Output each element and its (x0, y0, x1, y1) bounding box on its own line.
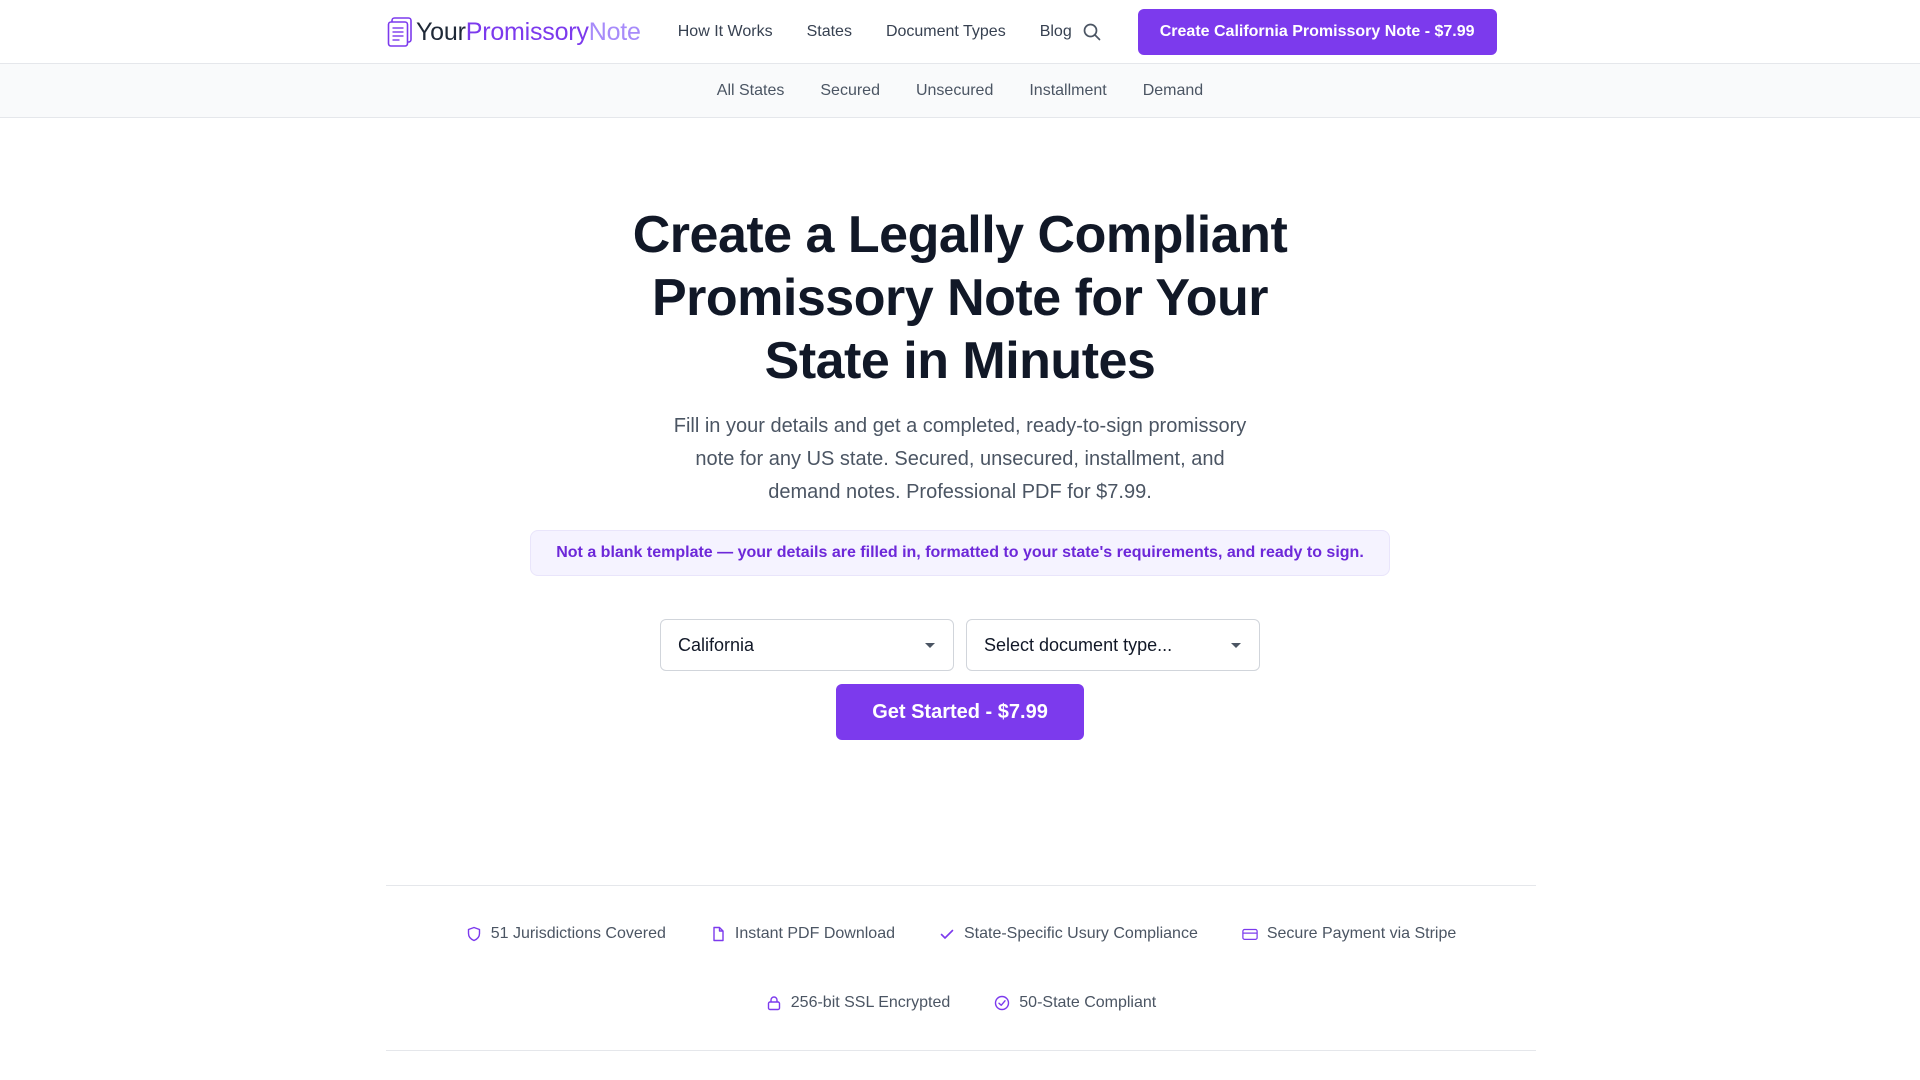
nav-states[interactable]: States (807, 23, 852, 41)
trust-badge-label: State-Specific Usury Compliance (963, 925, 1198, 942)
logo-text: YourPromissoryNote (416, 17, 641, 46)
hero-title: Create a Legally Compliant Promissory No… (560, 204, 1360, 393)
document-type-subnav: All States Secured Unsecured Installment… (0, 64, 1920, 118)
state-select-value: California (678, 634, 755, 655)
trust-badge-label: 51 Jurisdictions Covered (490, 925, 666, 942)
hero-title-line-1: Create a Legally Compliant (632, 206, 1288, 264)
check-icon (939, 926, 955, 942)
trust-badge: Secure Payment via Stripe (1242, 925, 1456, 943)
nav-document-types[interactable]: Document Types (886, 23, 1006, 41)
search-button[interactable] (1079, 19, 1105, 45)
logo-text-note: Note (588, 17, 641, 46)
trust-divider-bottom (386, 1050, 1536, 1051)
document-type-select-placeholder: Select document type... (984, 634, 1173, 655)
trust-badge-label: 256-bit SSL Encrypted (790, 994, 951, 1011)
hero-title-line-2: Promissory Note for Your (652, 269, 1269, 327)
state-select[interactable]: California (660, 619, 954, 671)
credit-card-icon (1242, 926, 1258, 942)
trust-badge: 50-State Compliant (994, 994, 1156, 1012)
not-a-template-notice: Not a blank template — your details are … (530, 530, 1390, 576)
logo-text-your: Your (416, 17, 466, 46)
chevron-down-icon (925, 643, 935, 648)
hero-title-line-3: State in Minutes (764, 332, 1156, 390)
trust-badge-label: Instant PDF Download (734, 925, 895, 942)
document-logo-icon (387, 17, 412, 47)
get-started-button[interactable]: Get Started - $7.99 (836, 684, 1084, 740)
trust-badges-row-2: 256-bit SSL Encrypted 50-State Compliant (386, 991, 1536, 1015)
search-icon (1083, 23, 1101, 41)
trust-badge: 256-bit SSL Encrypted (766, 994, 951, 1012)
nav-how-it-works[interactable]: How It Works (678, 23, 773, 41)
main-nav: How It Works States Document Types Blog (678, 23, 1072, 41)
chevron-down-icon (1231, 643, 1241, 648)
check-circle-icon (994, 995, 1010, 1011)
subnav-installment[interactable]: Installment (1029, 82, 1106, 100)
trust-badge: Instant PDF Download (710, 925, 895, 943)
subnav-secured[interactable]: Secured (820, 82, 880, 100)
nav-blog[interactable]: Blog (1040, 23, 1072, 41)
subnav-unsecured[interactable]: Unsecured (916, 82, 993, 100)
subnav-demand[interactable]: Demand (1143, 82, 1203, 100)
create-note-button[interactable]: Create California Promissory Note - $7.9… (1137, 9, 1497, 55)
site-header: YourPromissoryNote How It Works States D… (0, 0, 1920, 64)
trust-badge: 51 Jurisdictions Covered (466, 925, 666, 943)
header-inner: YourPromissoryNote How It Works States D… (386, 0, 1536, 64)
document-type-select[interactable]: Select document type... (966, 619, 1260, 671)
file-icon (710, 926, 726, 942)
logo-text-promissory: Promissory (465, 17, 589, 46)
subnav-all-states[interactable]: All States (717, 82, 785, 100)
shield-icon (466, 926, 482, 942)
trust-badge: State-Specific Usury Compliance (939, 925, 1198, 943)
lock-icon (766, 995, 782, 1011)
site-logo[interactable]: YourPromissoryNote (386, 0, 641, 64)
trust-badge-label: 50-State Compliant (1019, 994, 1157, 1011)
trust-badge-label: Secure Payment via Stripe (1266, 925, 1457, 942)
trust-divider-top (386, 885, 1536, 886)
hero-subtitle: Fill in your details and get a completed… (673, 415, 1247, 503)
trust-badges-row-1: 51 Jurisdictions Covered Instant PDF Dow… (386, 922, 1536, 946)
